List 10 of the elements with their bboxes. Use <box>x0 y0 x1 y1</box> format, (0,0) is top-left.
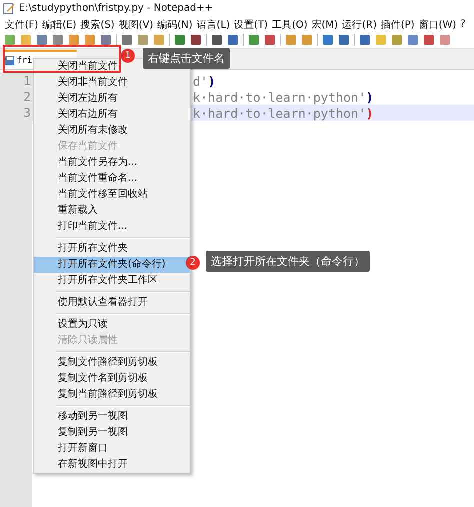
code-line: k·hard·to·learn·python') <box>193 106 374 120</box>
callout-tooltip: 选择打开所在文件夹（命令行） <box>206 251 370 272</box>
callout-tooltip: 右键点击文件名 <box>143 48 230 69</box>
line-number: 3 <box>0 105 33 121</box>
code-line: d') <box>193 74 216 88</box>
window-title: E:\studypython\fristpy.py - Notepad++ <box>19 3 214 14</box>
step-number: 2 <box>186 256 200 270</box>
code-line: k·hard·to·learn·python') <box>193 90 374 104</box>
line-number: 1 <box>0 73 33 89</box>
line-number: 2 <box>0 89 33 105</box>
